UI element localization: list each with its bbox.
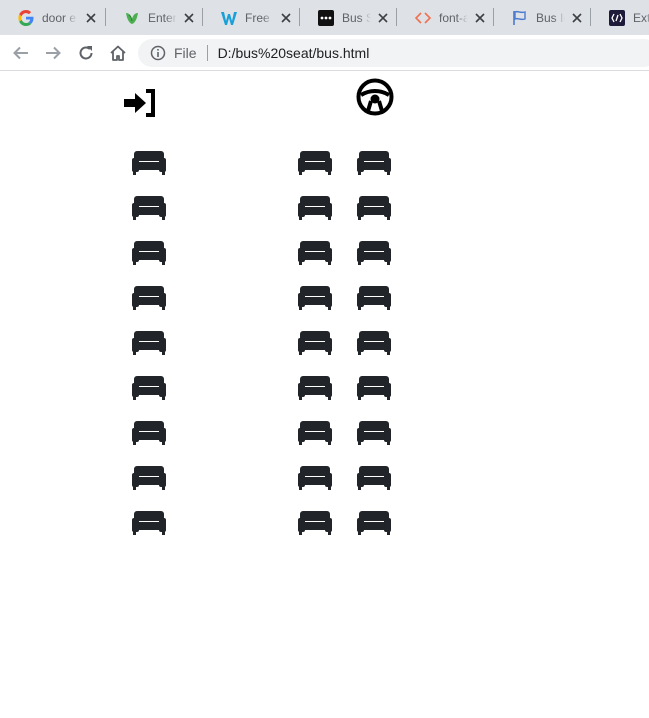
couch-icon[interactable] — [298, 419, 332, 445]
couch-icon[interactable] — [357, 284, 391, 310]
tab-title: door e — [42, 10, 77, 25]
arrow-right-icon — [46, 46, 61, 60]
tab-bus-seat[interactable]: Bus Se — [300, 0, 397, 35]
sign-in-icon — [124, 89, 155, 117]
back-button[interactable] — [9, 41, 33, 65]
brackets-icon — [609, 9, 625, 26]
tab-title: Bus Se — [342, 10, 371, 25]
forward-button[interactable] — [41, 41, 65, 65]
close-icon[interactable] — [474, 11, 486, 25]
tab-title: Free d — [245, 10, 274, 25]
browser-toolbar: File D:/bus%20seat/bus.html — [0, 35, 649, 71]
address-bar[interactable]: File D:/bus%20seat/bus.html — [138, 39, 649, 67]
couch-icon[interactable] — [132, 374, 166, 400]
tab-strip: door e Enter t Free d — [0, 0, 649, 35]
google-icon — [18, 9, 34, 26]
close-icon[interactable] — [183, 11, 195, 25]
couch-icon[interactable] — [298, 149, 332, 175]
couch-icon[interactable] — [357, 419, 391, 445]
steering-wheel-icon — [356, 78, 394, 116]
couch-icon[interactable] — [132, 239, 166, 265]
bus-seat-page — [0, 71, 649, 718]
tab-font-awesome[interactable]: font-a — [397, 0, 494, 35]
w-logo-icon — [221, 10, 237, 26]
couch-icon[interactable] — [357, 149, 391, 175]
couch-icon[interactable] — [132, 509, 166, 535]
home-icon — [110, 45, 126, 61]
info-icon[interactable] — [150, 45, 166, 61]
tab-bus-icon[interactable]: Bus Ic — [494, 0, 591, 35]
couch-icon[interactable] — [132, 149, 166, 175]
home-button[interactable] — [106, 41, 130, 65]
flag-icon — [512, 10, 528, 26]
couch-icon[interactable] — [357, 374, 391, 400]
couch-icon[interactable] — [357, 509, 391, 535]
reload-icon — [79, 46, 93, 60]
close-icon[interactable] — [84, 11, 98, 25]
couch-icon[interactable] — [132, 329, 166, 355]
tab-title: font-a — [439, 10, 468, 25]
couch-icon[interactable] — [357, 239, 391, 265]
url-text[interactable]: D:/bus%20seat/bus.html — [218, 45, 370, 61]
tab-free[interactable]: Free d — [203, 0, 300, 35]
couch-icon[interactable] — [357, 464, 391, 490]
couch-icon[interactable] — [298, 374, 332, 400]
dots-icon — [318, 9, 334, 26]
couch-icon[interactable] — [132, 284, 166, 310]
couch-icon[interactable] — [298, 464, 332, 490]
tab-title: Exte — [633, 10, 649, 25]
close-icon[interactable] — [377, 11, 389, 25]
couch-icon[interactable] — [298, 284, 332, 310]
url-scheme: File — [174, 45, 197, 61]
close-icon[interactable] — [571, 11, 583, 25]
couch-icon[interactable] — [357, 194, 391, 220]
tab-enter[interactable]: Enter t — [106, 0, 203, 35]
tab-title: Bus Ic — [536, 10, 565, 25]
couch-icon[interactable] — [132, 194, 166, 220]
tab-door[interactable]: door e — [0, 0, 106, 35]
couch-icon[interactable] — [132, 419, 166, 445]
tab-title: Enter t — [148, 10, 177, 25]
couch-icon[interactable] — [298, 509, 332, 535]
couch-icon[interactable] — [357, 329, 391, 355]
couch-icon[interactable] — [132, 464, 166, 490]
tab-extensions[interactable]: Exte — [591, 0, 649, 35]
reload-button[interactable] — [74, 41, 98, 65]
code-icon — [415, 10, 431, 26]
couch-icon[interactable] — [298, 239, 332, 265]
close-icon[interactable] — [280, 11, 292, 25]
divider — [206, 45, 208, 61]
couch-icon[interactable] — [298, 329, 332, 355]
leaf-icon — [124, 10, 140, 26]
arrow-left-icon — [13, 46, 28, 60]
couch-icon[interactable] — [298, 194, 332, 220]
